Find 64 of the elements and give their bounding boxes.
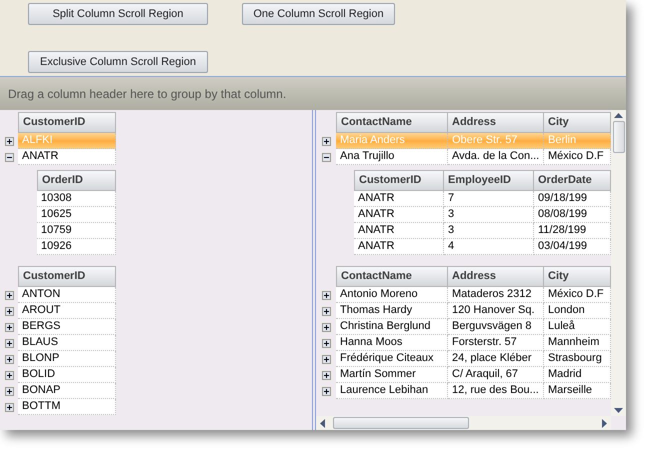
table-cell[interactable]: 10926 [37,239,116,255]
expand-icon[interactable] [4,290,14,300]
region-button[interactable]: One Column Scroll Region [242,3,395,25]
scroll-down-icon[interactable] [614,408,623,413]
expand-icon[interactable] [322,354,330,364]
scroll-thumb[interactable] [612,121,624,153]
grid-row[interactable]: ANATR 3 08/08/199 [354,207,611,223]
expand-icon[interactable] [322,322,330,332]
expand-icon[interactable] [4,370,14,380]
table-cell: 12, rue des Bou... [448,383,544,399]
column-header[interactable]: Address [448,112,544,133]
column-header[interactable]: City [544,266,611,287]
vertical-scrollbar[interactable] [611,110,626,416]
column-header[interactable]: ContactName [336,112,448,133]
column-header[interactable]: ContactName [336,266,448,287]
horizontal-scrollbar[interactable] [316,416,611,430]
table-cell: 4 [444,239,534,255]
grid-row[interactable]: Martín Sommer C/ Araquil, 67 Madrid [336,367,611,383]
expand-icon[interactable] [4,402,14,412]
table-cell: Avda. de la Con... [448,149,544,165]
scroll-left-icon[interactable] [320,418,325,428]
expand-icon[interactable] [4,354,14,364]
column-header[interactable]: CustomerID [18,112,116,133]
region-button[interactable]: Exclusive Column Scroll Region [28,51,208,73]
grid-row[interactable]: Thomas Hardy 120 Hanover Sq. London [336,303,611,319]
grid-row[interactable]: ANATR 4 03/04/199 [354,239,611,255]
table-cell: Laurence Lebihan [336,383,448,399]
expand-icon[interactable] [322,306,330,316]
expand-icon[interactable] [4,386,14,396]
table-cell[interactable]: ANATR [18,149,116,165]
column-header[interactable]: EmployeeID [444,170,534,191]
column-header[interactable]: OrderDate [534,170,611,191]
grid-row[interactable]: Laurence Lebihan 12, rue des Bou... Marseille [336,383,611,399]
expand-icon[interactable] [4,306,14,316]
scroll-right-icon[interactable] [602,418,607,428]
expand-icon[interactable] [322,370,330,380]
expand-icon[interactable] [4,338,14,348]
table-cell: Ana Trujillo [336,149,448,165]
scroll-up-icon[interactable] [614,113,623,118]
grid-row[interactable]: Antonio Moreno Mataderos 2312 México D.F [336,287,611,303]
table-cell[interactable]: BOTTM [18,399,116,415]
grid-row[interactable]: Ana Trujillo Avda. de la Con... México D.F [336,149,611,165]
column-header[interactable]: CustomerID [354,170,444,191]
table-cell: ANATR [354,239,444,255]
scroll-thumb[interactable] [333,417,469,429]
expand-icon[interactable] [322,290,330,300]
column-header[interactable]: Address [448,266,544,287]
collapse-icon[interactable] [4,152,14,162]
grid-row[interactable]: Christina Berglund Berguvsvägen 8 Luleå [336,319,611,335]
column-header[interactable]: CustomerID [18,266,116,287]
collapse-icon[interactable] [322,152,330,162]
grid-row[interactable]: ANATR 3 11/28/199 [354,223,611,239]
expand-icon[interactable] [322,136,330,146]
column-header[interactable]: OrderID [37,170,116,191]
grid-row[interactable]: ANATR 7 09/18/199 [354,191,611,207]
group-by-prompt: Drag a column header here to group by that column. [8,86,286,102]
region-button[interactable]: Split Column Scroll Region [28,3,208,25]
expand-icon[interactable] [4,136,14,146]
expand-icon[interactable] [322,338,330,348]
grid-row[interactable]: Frédérique Citeaux 24, place Kléber Strasbourg [336,351,611,367]
column-header[interactable]: City [544,112,611,133]
grid-row[interactable]: Hanna Moos Forsterstr. 57 Mannheim [336,335,611,351]
expand-icon[interactable] [322,386,330,396]
expand-icon[interactable] [4,322,14,332]
